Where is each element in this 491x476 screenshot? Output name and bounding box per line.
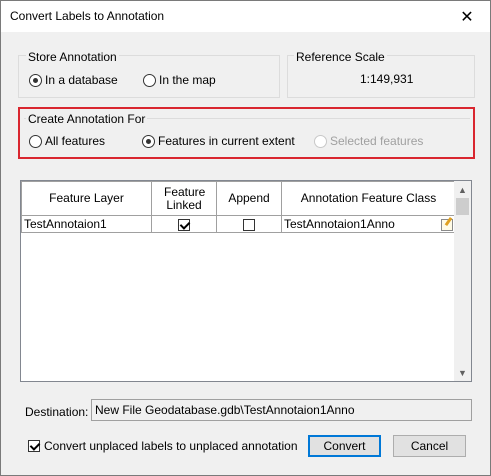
scroll-up-icon[interactable]: ▲: [454, 181, 471, 198]
reference-scale-value: 1:149,931: [360, 72, 414, 86]
radio-in-database[interactable]: In a database: [29, 73, 118, 87]
radio-indicator-checked: [29, 73, 42, 87]
convert-unplaced-label: Convert unplaced labels to unplaced anno…: [44, 439, 298, 453]
checkbox-indicator-checked: [28, 440, 40, 452]
append-checkbox[interactable]: [243, 218, 255, 231]
scroll-thumb[interactable]: [456, 198, 469, 215]
col-header-append[interactable]: Append: [216, 181, 282, 216]
radio-indicator-checked: [142, 134, 155, 148]
radio-indicator: [29, 134, 42, 148]
radio-indicator: [143, 73, 156, 87]
radio-all-features[interactable]: All features: [29, 134, 105, 148]
radio-in-map[interactable]: In the map: [143, 73, 216, 87]
create-annotation-label: Create Annotation For: [26, 112, 148, 126]
cell-feature-linked[interactable]: [151, 215, 217, 233]
convert-unplaced-checkbox[interactable]: Convert unplaced labels to unplaced anno…: [28, 439, 298, 453]
destination-label: Destination:: [25, 405, 89, 419]
dialog-window: Convert Labels to Annotation ✕ Store Ann…: [0, 0, 491, 476]
cell-annotation-class[interactable]: TestAnnotaion1Anno: [281, 215, 456, 233]
col-header-feature-layer[interactable]: Feature Layer: [21, 181, 152, 216]
radio-label: All features: [45, 134, 106, 148]
convert-button[interactable]: Convert: [308, 435, 381, 457]
layers-table[interactable]: Feature Layer Feature Linked Append Anno…: [20, 180, 472, 382]
window-title: Convert Labels to Annotation: [10, 9, 165, 23]
cancel-button[interactable]: Cancel: [393, 435, 466, 457]
table-row[interactable]: TestAnnotaion1 TestAnnotaion1Anno: [21, 215, 456, 233]
col-header-label: Feature Linked: [164, 184, 206, 212]
radio-label: Features in current extent: [158, 134, 295, 148]
feature-linked-checkbox[interactable]: [178, 218, 190, 231]
cell-feature-layer[interactable]: TestAnnotaion1: [21, 215, 152, 233]
radio-label: In a database: [45, 73, 118, 87]
radio-selected-features[interactable]: Selected features: [314, 134, 423, 148]
reference-scale-label: Reference Scale: [294, 50, 387, 64]
store-annotation-label: Store Annotation: [26, 50, 119, 64]
edit-icon[interactable]: [441, 219, 453, 231]
table-header-row: Feature Layer Feature Linked Append Anno…: [21, 181, 456, 216]
scroll-down-icon[interactable]: ▼: [454, 364, 471, 381]
destination-field: New File Geodatabase.gdb\TestAnnotaion1A…: [91, 399, 472, 421]
table-scrollbar[interactable]: ▲ ▼: [454, 181, 471, 381]
annotation-class-name: TestAnnotaion1Anno: [284, 217, 395, 231]
cell-append[interactable]: [216, 215, 282, 233]
title-bar: Convert Labels to Annotation ✕: [1, 1, 490, 32]
radio-current-extent[interactable]: Features in current extent: [142, 134, 295, 148]
layers-grid: Feature Layer Feature Linked Append Anno…: [21, 181, 456, 233]
close-button[interactable]: ✕: [444, 1, 490, 32]
col-header-annotation-class[interactable]: Annotation Feature Class: [281, 181, 456, 216]
col-header-feature-linked[interactable]: Feature Linked: [151, 181, 217, 216]
radio-label: Selected features: [330, 134, 424, 148]
radio-label: In the map: [159, 73, 216, 87]
radio-indicator: [314, 134, 327, 148]
close-icon: ✕: [460, 8, 474, 26]
